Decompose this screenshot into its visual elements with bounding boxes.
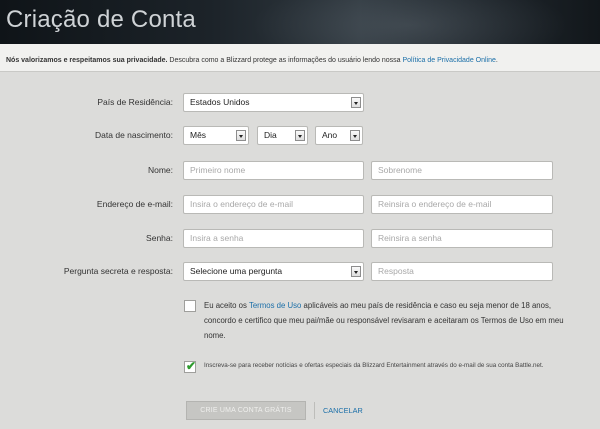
chevron-down-icon: [350, 130, 360, 141]
checkmark-icon: ✔: [186, 359, 197, 373]
secret-question-select[interactable]: Selecione uma pergunta: [183, 262, 364, 281]
secret-answer-input[interactable]: Resposta: [371, 262, 553, 281]
country-select[interactable]: Estados Unidos: [183, 93, 364, 112]
terms-text-before: Eu aceito os: [204, 301, 249, 310]
birth-month-select[interactable]: Mês: [183, 126, 249, 145]
secret-question-label: Pergunta secreta e resposta:: [63, 266, 173, 276]
email-label: Endereço de e-mail:: [96, 199, 173, 209]
password-input[interactable]: Insira a senha: [183, 229, 364, 248]
country-label: País de Residência:: [97, 97, 173, 107]
chevron-down-icon: [295, 130, 305, 141]
secret-question-value: Selecione uma pergunta: [190, 266, 283, 276]
newsletter-checkbox[interactable]: ✔: [184, 359, 197, 373]
privacy-text: Descubra como a Blizzard protege as info…: [167, 57, 403, 64]
terms-checkbox[interactable]: [184, 300, 196, 312]
password-label: Senha:: [146, 233, 173, 243]
birth-month-value: Mês: [190, 130, 207, 140]
page-title: Criação de Conta: [6, 6, 196, 33]
cancel-link[interactable]: CANCELAR: [323, 406, 363, 415]
email-input[interactable]: Insira o endereço de e-mail: [183, 195, 364, 214]
terms-text: Eu aceito os Termos de Uso aplicáveis ao…: [204, 298, 564, 343]
email-confirm-input[interactable]: Reinsira o endereço de e-mail: [371, 195, 553, 214]
button-divider: [314, 402, 315, 419]
chevron-down-icon: [351, 266, 361, 277]
birth-day-select[interactable]: Dia: [257, 126, 308, 145]
chevron-down-icon: [236, 130, 246, 141]
privacy-bold-text: Nós valorizamos e respeitamos sua privac…: [6, 57, 168, 64]
privacy-policy-link[interactable]: Política de Privacidade Online: [403, 57, 496, 64]
newsletter-text: Inscreva-se para receber notícias e ofer…: [204, 362, 544, 369]
password-confirm-input[interactable]: Reinsira a senha: [371, 229, 553, 248]
terms-of-use-link[interactable]: Termos de Uso: [249, 301, 301, 310]
chevron-down-icon: [351, 97, 361, 108]
country-select-value: Estados Unidos: [190, 97, 250, 107]
create-account-button[interactable]: CRIE UMA CONTA GRÁTIS: [186, 401, 306, 420]
page-header: Criação de Conta: [0, 0, 600, 44]
privacy-end: .: [495, 57, 498, 64]
name-label: Nome:: [147, 165, 173, 175]
last-name-input[interactable]: Sobrenome: [371, 161, 553, 180]
birth-year-value: Ano: [322, 130, 338, 140]
birth-day-value: Dia: [264, 130, 277, 140]
first-name-input[interactable]: Primeiro nome: [183, 161, 364, 180]
privacy-notice: Nós valorizamos e respeitamos sua privac…: [0, 44, 600, 72]
birth-year-select[interactable]: Ano: [315, 126, 363, 145]
birthdate-label: Data de nascimento:: [95, 130, 173, 140]
